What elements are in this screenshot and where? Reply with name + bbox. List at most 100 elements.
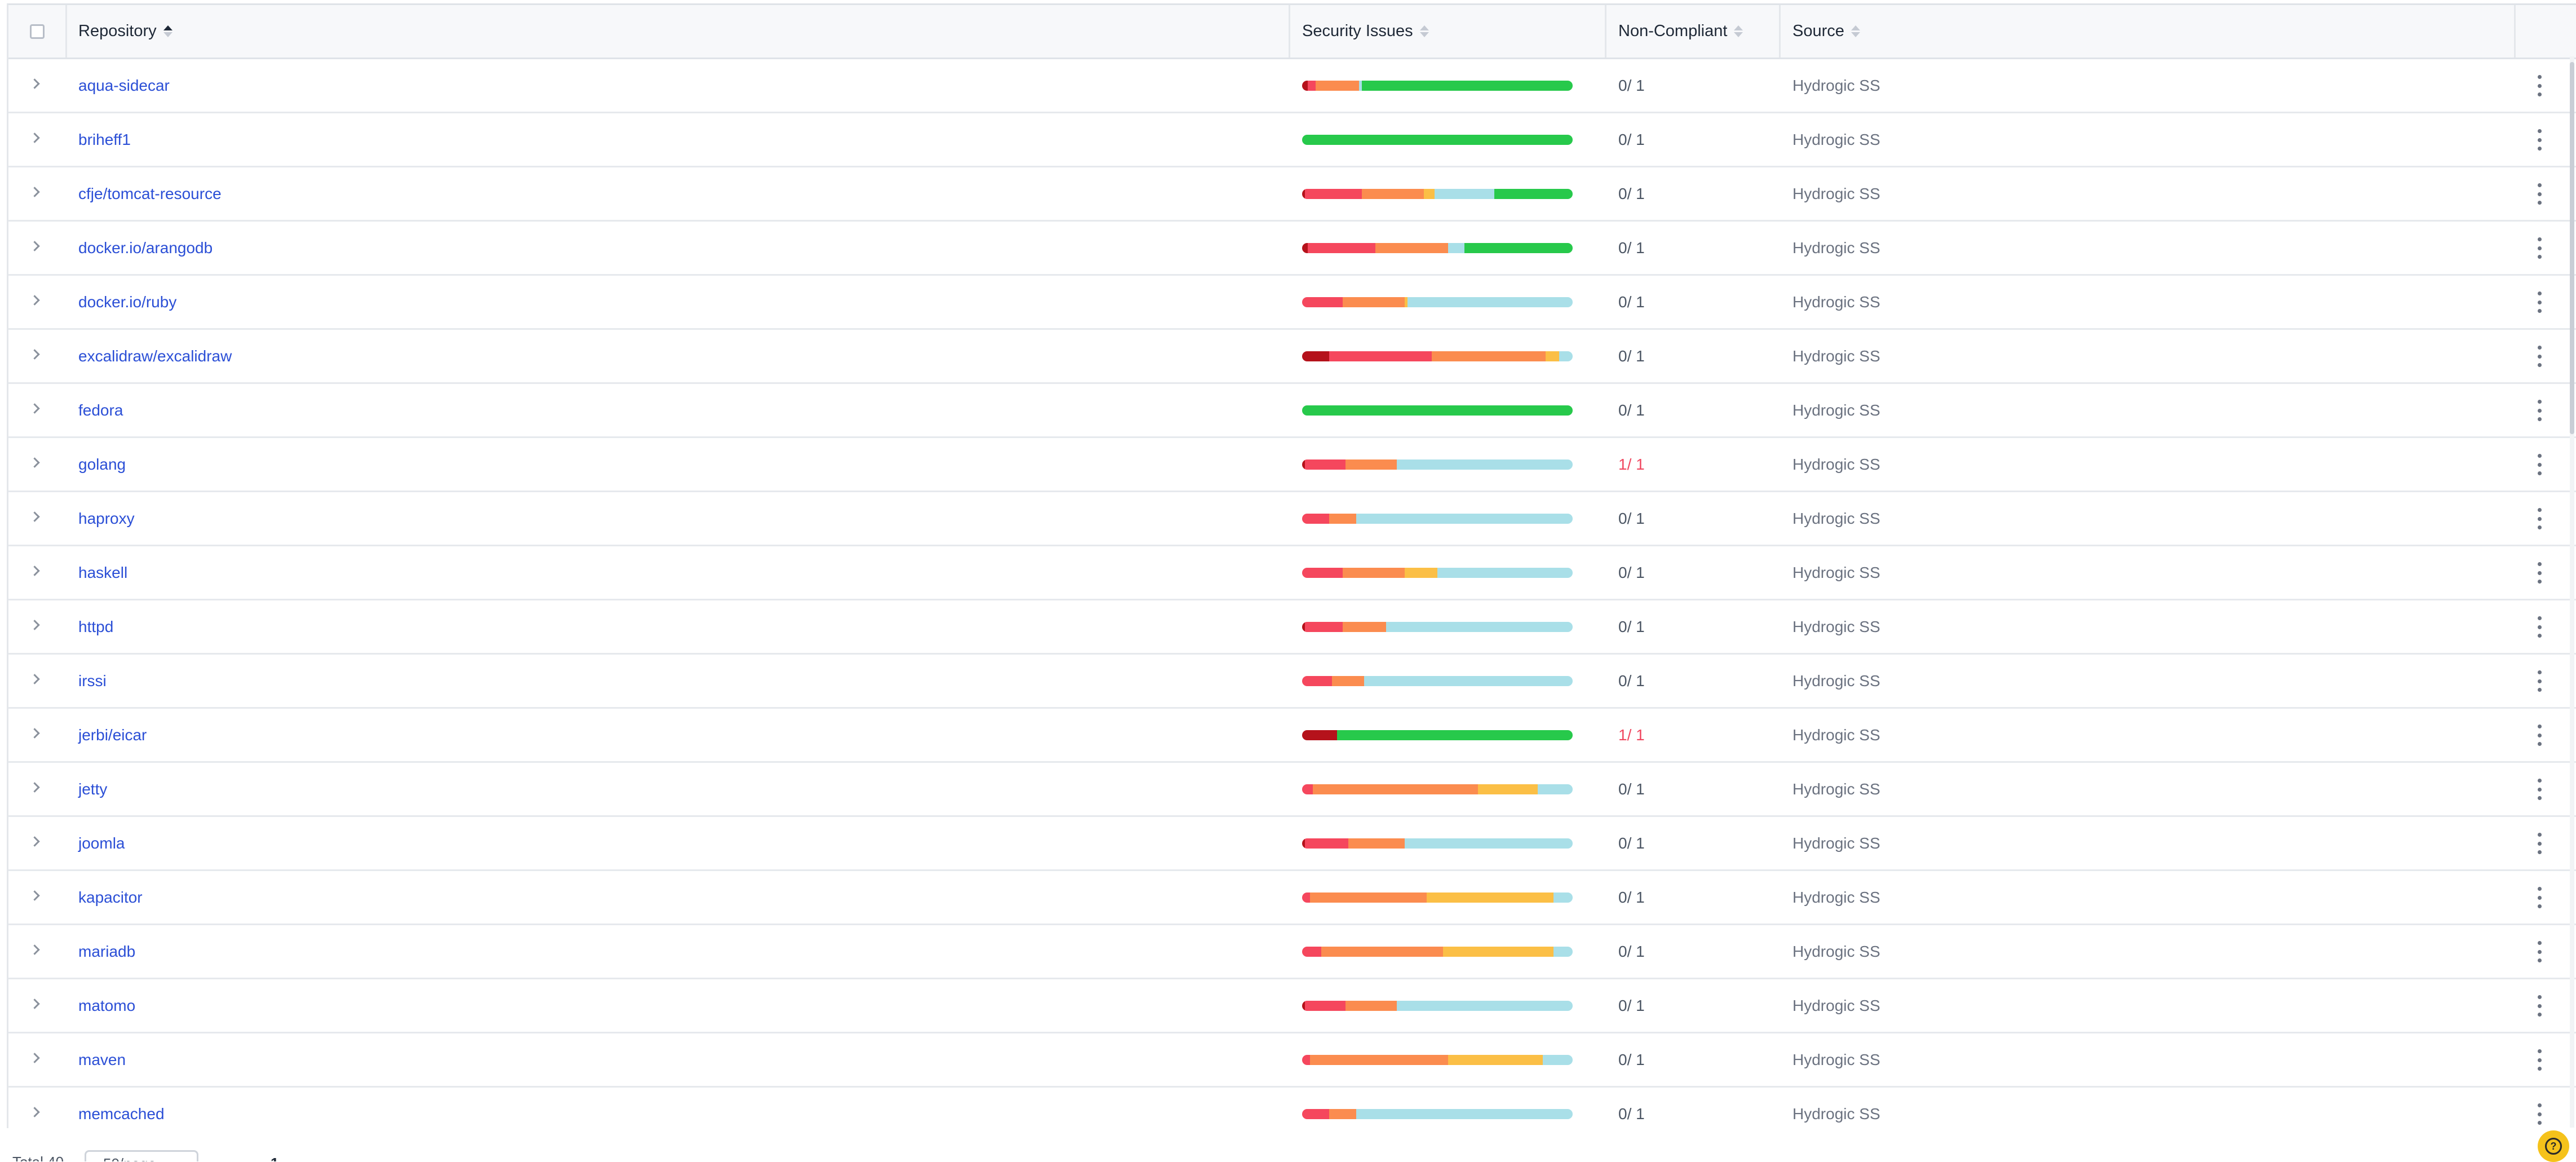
table-row[interactable]: memcached 0/ 1 Hydrogic SS — [8, 1088, 2576, 1128]
table-row[interactable]: haskell 0/ 1 Hydrogic SS — [8, 546, 2576, 600]
row-menu-kebab-icon[interactable] — [2534, 291, 2545, 313]
security-issues-bar[interactable] — [1302, 351, 1573, 361]
security-issues-bar[interactable] — [1302, 1001, 1573, 1011]
repository-link[interactable]: golang — [78, 438, 126, 491]
expand-chevron-icon[interactable] — [29, 511, 40, 522]
sort-icon[interactable] — [1419, 25, 1429, 37]
repository-link[interactable]: haproxy — [78, 492, 135, 545]
scrollbar-thumb[interactable] — [2570, 62, 2574, 434]
row-menu-kebab-icon[interactable] — [2534, 833, 2545, 854]
security-issues-bar[interactable] — [1302, 405, 1573, 416]
table-row[interactable]: aqua-sidecar 0/ 1 Hydrogic SS — [8, 59, 2576, 113]
column-divider[interactable] — [1605, 5, 1606, 58]
expand-chevron-icon[interactable] — [29, 295, 40, 306]
row-menu-kebab-icon[interactable] — [2534, 724, 2545, 746]
security-issues-bar[interactable] — [1302, 135, 1573, 145]
security-issues-bar[interactable] — [1302, 676, 1573, 686]
expand-chevron-icon[interactable] — [29, 944, 40, 955]
expand-chevron-icon[interactable] — [29, 890, 40, 901]
sort-icon[interactable] — [1851, 25, 1860, 37]
repository-link[interactable]: joomla — [78, 817, 125, 869]
expand-chevron-icon[interactable] — [29, 565, 40, 576]
table-row[interactable]: docker.io/arangodb 0/ 1 Hydrogic SS — [8, 222, 2576, 276]
row-menu-kebab-icon[interactable] — [2534, 616, 2545, 638]
row-menu-kebab-icon[interactable] — [2534, 941, 2545, 962]
expand-chevron-icon[interactable] — [29, 132, 40, 143]
expand-chevron-icon[interactable] — [29, 674, 40, 684]
expand-chevron-icon[interactable] — [29, 1107, 40, 1117]
expand-chevron-icon[interactable] — [29, 403, 40, 414]
row-menu-kebab-icon[interactable] — [2534, 995, 2545, 1017]
column-divider[interactable] — [1289, 5, 1290, 58]
security-issues-bar[interactable] — [1302, 1109, 1573, 1119]
table-row[interactable]: golang 1/ 1 Hydrogic SS — [8, 438, 2576, 492]
security-issues-bar[interactable] — [1302, 514, 1573, 524]
expand-chevron-icon[interactable] — [29, 836, 40, 847]
row-menu-kebab-icon[interactable] — [2534, 508, 2545, 529]
repository-link[interactable]: jerbi/eicar — [78, 709, 147, 761]
row-menu-kebab-icon[interactable] — [2534, 887, 2545, 908]
security-issues-bar[interactable] — [1302, 189, 1573, 199]
repository-link[interactable]: irssi — [78, 655, 107, 707]
security-issues-bar[interactable] — [1302, 838, 1573, 849]
row-menu-kebab-icon[interactable] — [2534, 237, 2545, 259]
expand-chevron-icon[interactable] — [29, 187, 40, 197]
table-row[interactable]: joomla 0/ 1 Hydrogic SS — [8, 817, 2576, 871]
repository-link[interactable]: briheff1 — [78, 113, 131, 166]
row-menu-kebab-icon[interactable] — [2534, 670, 2545, 692]
column-divider[interactable] — [65, 5, 67, 58]
repository-link[interactable]: haskell — [78, 546, 127, 599]
expand-chevron-icon[interactable] — [29, 998, 40, 1009]
repository-link[interactable]: cfje/tomcat-resource — [78, 167, 222, 220]
sort-icon[interactable] — [1734, 25, 1743, 37]
column-header-non-compliant[interactable]: Non-Compliant — [1618, 5, 1743, 58]
security-issues-bar[interactable] — [1302, 460, 1573, 470]
column-header-repository[interactable]: Repository — [78, 5, 172, 58]
table-row[interactable]: docker.io/ruby 0/ 1 Hydrogic SS — [8, 276, 2576, 330]
security-issues-bar[interactable] — [1302, 243, 1573, 253]
expand-chevron-icon[interactable] — [29, 457, 40, 468]
security-issues-bar[interactable] — [1302, 730, 1573, 740]
security-issues-bar[interactable] — [1302, 568, 1573, 578]
table-row[interactable]: matomo 0/ 1 Hydrogic SS — [8, 979, 2576, 1033]
security-issues-bar[interactable] — [1302, 893, 1573, 903]
column-divider[interactable] — [1779, 5, 1781, 58]
expand-chevron-icon[interactable] — [29, 782, 40, 793]
security-issues-bar[interactable] — [1302, 81, 1573, 91]
repository-link[interactable]: maven — [78, 1033, 126, 1086]
repository-link[interactable]: mariadb — [78, 925, 135, 978]
repository-link[interactable]: excalidraw/excalidraw — [78, 330, 232, 382]
help-button[interactable]: ? — [2538, 1130, 2569, 1162]
row-menu-kebab-icon[interactable] — [2534, 400, 2545, 421]
table-row[interactable]: irssi 0/ 1 Hydrogic SS — [8, 655, 2576, 709]
table-row[interactable]: mariadb 0/ 1 Hydrogic SS — [8, 925, 2576, 979]
row-menu-kebab-icon[interactable] — [2534, 1103, 2545, 1125]
repository-link[interactable]: kapacitor — [78, 871, 143, 924]
table-row[interactable]: httpd 0/ 1 Hydrogic SS — [8, 600, 2576, 655]
table-row[interactable]: haproxy 0/ 1 Hydrogic SS — [8, 492, 2576, 546]
security-issues-bar[interactable] — [1302, 784, 1573, 794]
expand-chevron-icon[interactable] — [29, 349, 40, 360]
row-menu-kebab-icon[interactable] — [2534, 346, 2545, 367]
expand-chevron-icon[interactable] — [29, 728, 40, 739]
repository-link[interactable]: aqua-sidecar — [78, 59, 170, 112]
page-size-select[interactable]: 50/page — [85, 1150, 198, 1161]
table-row[interactable]: kapacitor 0/ 1 Hydrogic SS — [8, 871, 2576, 925]
prev-page-button[interactable]: ‹ — [225, 1156, 231, 1161]
security-issues-bar[interactable] — [1302, 947, 1573, 957]
row-menu-kebab-icon[interactable] — [2534, 183, 2545, 205]
expand-chevron-icon[interactable] — [29, 1053, 40, 1063]
row-menu-kebab-icon[interactable] — [2534, 1049, 2545, 1071]
row-menu-kebab-icon[interactable] — [2534, 129, 2545, 151]
page-number[interactable]: 1 — [271, 1155, 278, 1161]
column-header-security-issues[interactable]: Security Issues — [1302, 5, 1429, 58]
repository-link[interactable]: docker.io/arangodb — [78, 222, 213, 274]
repository-link[interactable]: jetty — [78, 763, 107, 815]
security-issues-bar[interactable] — [1302, 297, 1573, 307]
select-all-checkbox[interactable] — [29, 24, 45, 39]
repository-link[interactable]: memcached — [78, 1088, 165, 1128]
row-menu-kebab-icon[interactable] — [2534, 75, 2545, 96]
sort-icon[interactable] — [163, 25, 172, 37]
next-page-button[interactable]: › — [313, 1156, 318, 1161]
repository-link[interactable]: httpd — [78, 600, 113, 653]
